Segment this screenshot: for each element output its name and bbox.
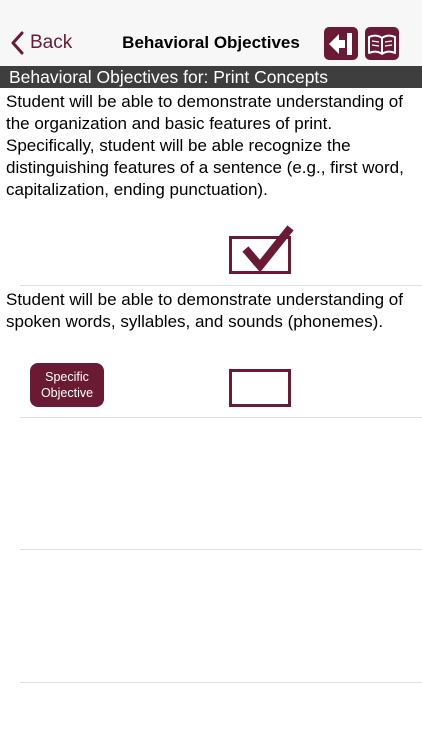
objective-text: Student will be able to demonstrate unde… bbox=[6, 290, 403, 331]
objective-item: Student will be able to demonstrate unde… bbox=[0, 91, 422, 201]
divider bbox=[20, 285, 422, 286]
specific-objective-button[interactable]: Specific Objective bbox=[30, 363, 104, 407]
objective-item: Student will be able to demonstrate unde… bbox=[0, 289, 422, 333]
chevron-left-icon bbox=[11, 31, 24, 55]
exit-button[interactable] bbox=[324, 27, 358, 60]
open-book-icon bbox=[368, 34, 396, 55]
exit-arrow-icon bbox=[329, 32, 352, 55]
divider bbox=[20, 549, 422, 550]
divider bbox=[20, 682, 422, 683]
divider bbox=[20, 417, 422, 418]
back-label: Back bbox=[30, 32, 73, 53]
section-header: Behavioral Objectives for: Print Concept… bbox=[0, 66, 422, 88]
objective-text: Student will be able to demonstrate unde… bbox=[6, 92, 404, 199]
back-button[interactable]: Back bbox=[10, 28, 72, 58]
checkmark-icon bbox=[242, 225, 294, 273]
objective-checkbox-checked[interactable] bbox=[229, 225, 294, 274]
objective-checkbox-unchecked[interactable] bbox=[229, 369, 291, 407]
book-button[interactable] bbox=[365, 27, 399, 60]
navigation-bar: Back Behavioral Objectives bbox=[0, 0, 422, 66]
